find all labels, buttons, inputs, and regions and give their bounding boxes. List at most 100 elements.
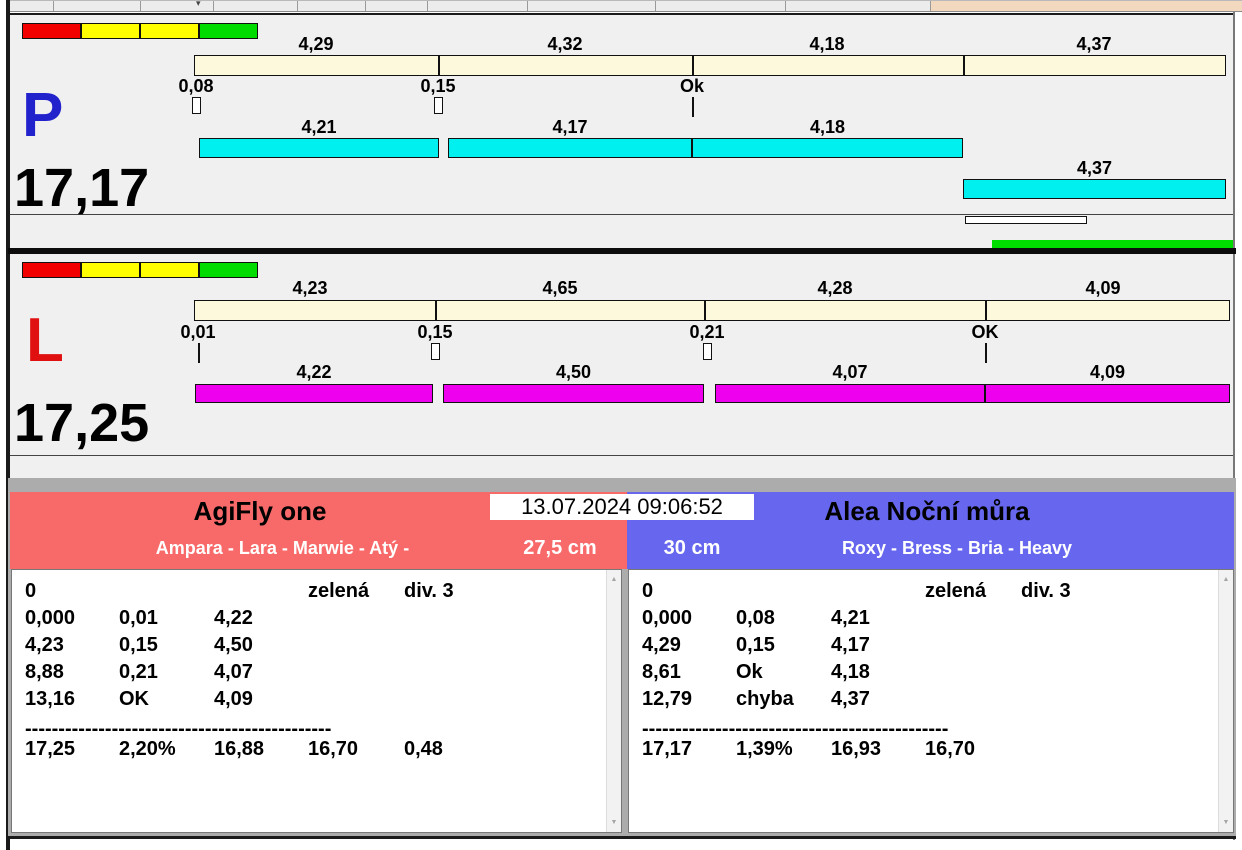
result-cell: Ok (736, 661, 763, 683)
category-badge-right: 30 cm (663, 537, 721, 559)
sector-time-label: 4,37 (1076, 34, 1112, 54)
split-bar-segment (448, 138, 692, 158)
result-cell: 0,15 (119, 634, 158, 656)
result-cell: 0,15 (736, 634, 775, 656)
split-bar-segment (985, 384, 1230, 403)
sector-bar-divider (704, 301, 706, 320)
top-strip-divider (527, 1, 528, 11)
sector-bar (194, 300, 1230, 321)
result-cell: 0,01 (119, 607, 158, 629)
result-cell: 0 (642, 580, 654, 602)
traffic-light-cell (22, 262, 81, 278)
total-cell: 1,39% (736, 738, 793, 760)
result-cell: 12,79 (642, 688, 693, 710)
lane-letter-p: P (22, 81, 64, 150)
results-table-right: 0 zelená div. 3 0,000 0,08 4,21 4,29 0,15 4,17 8,… (629, 570, 1217, 832)
gate-tick-line (985, 343, 987, 363)
result-cell: div. 3 (404, 580, 454, 602)
gate-tick-box (703, 343, 712, 360)
result-cell: 0,08 (736, 607, 775, 629)
gate-tick-line (692, 97, 694, 117)
gate-tick-line (198, 343, 200, 363)
total-cell: 0,48 (404, 738, 443, 760)
lane-total-time-l: 17,25 (14, 393, 150, 453)
lane-extra-outline (965, 216, 1087, 224)
lane-chart-l: 4,23 4,65 4,28 4,09 0,01 0,15 0,21 OK 4,22 4,50 4,… (10, 254, 1233, 478)
traffic-light-cell (81, 262, 140, 278)
results-table-left: 0 zelená div. 3 0,000 0,01 4,22 4,23 0,15 4,50 8,… (12, 570, 605, 832)
traffic-light-cell (140, 262, 199, 278)
split-time-label: 4,18 (809, 117, 846, 137)
gate-tick-label: OK (971, 322, 999, 342)
gate-tick-box (431, 343, 440, 360)
result-cell: 0 (25, 580, 37, 602)
team-members-right: Roxy - Bress - Bria - Heavy (841, 538, 1073, 558)
top-strip-divider (140, 1, 141, 11)
gate-tick-label: Ok (679, 76, 704, 96)
scoreboard-region: AgiFly one Ampara - Lara - Marwie - Atý … (8, 478, 1236, 839)
result-cell: 0,000 (25, 607, 76, 629)
result-cell: 4,18 (831, 661, 870, 683)
result-cell: 4,50 (214, 634, 253, 656)
datetime-display: 13.07.2024 09:06:52 (490, 494, 754, 520)
category-badge-left: 27,5 cm (523, 537, 597, 559)
top-strip-divider (213, 1, 214, 11)
result-cell: 8,88 (25, 661, 64, 683)
scroll-down-arrow[interactable]: ▼ (607, 819, 621, 826)
result-cell: zelená (308, 580, 370, 602)
scrollbar-left[interactable]: ▲ ▼ (606, 570, 621, 832)
gate-tick-label: 0,15 (417, 322, 453, 342)
split-time-label: 4,17 (552, 117, 588, 137)
split-bar-segment (963, 179, 1226, 199)
top-strip-divider (427, 1, 428, 11)
total-cell: 2,20% (119, 738, 176, 760)
result-cell: 0,000 (642, 607, 693, 629)
lane-total-time-p: 17,17 (14, 158, 150, 218)
top-strip-divider (297, 1, 298, 11)
gate-tick-box (192, 97, 201, 114)
result-cell: div. 3 (1021, 580, 1071, 602)
total-cell: 16,70 (308, 738, 359, 760)
total-cell: 16,93 (831, 738, 882, 760)
sector-bar-divider (438, 56, 440, 75)
top-strip-tan-section (930, 1, 1242, 11)
sector-time-label: 4,32 (547, 34, 583, 54)
split-bar-segment (692, 138, 963, 158)
sector-bar-divider (963, 56, 965, 75)
results-textarea-left[interactable]: 0 zelená div. 3 0,000 0,01 4,22 4,23 0,15 4,50 8,… (11, 569, 622, 833)
result-cell: 4,22 (214, 607, 253, 629)
traffic-light-cell (199, 262, 258, 278)
result-cell: 13,16 (25, 688, 76, 710)
results-textarea-right[interactable]: 0 zelená div. 3 0,000 0,08 4,21 4,29 0,15 4,17 8,… (628, 569, 1234, 833)
split-time-label: 4,21 (301, 117, 337, 137)
split-bar-segment (195, 384, 433, 403)
lane-panel-right-dog: 4,29 4,32 4,18 4,37 0,08 0,15 Ok 4,21 4,17 4,18 4,… (10, 13, 1233, 250)
dropdown-arrow-icon: ▾ (196, 0, 201, 8)
top-strip-divider (655, 1, 656, 11)
scroll-down-arrow[interactable]: ▼ (1219, 819, 1233, 826)
scrollbar-right[interactable]: ▲ ▼ (1218, 570, 1233, 832)
timing-app-window: ▾ 4,29 4,32 4,18 4,37 0,08 0,15 Ok 4,21 4,17 4,18… (0, 0, 1242, 850)
sector-bar-divider (435, 301, 437, 320)
top-strip-divider (785, 1, 786, 11)
gate-tick-box (434, 97, 443, 114)
split-bar-segment (199, 138, 439, 158)
split-time-label: 4,07 (832, 362, 868, 382)
sector-time-label: 4,09 (1085, 278, 1121, 298)
top-strip-divider (365, 1, 366, 11)
total-cell: 17,25 (25, 738, 76, 760)
result-cell: 4,09 (214, 688, 253, 710)
lane-panel-left-dog: 4,23 4,65 4,28 4,09 0,01 0,15 0,21 OK 4,22 4,50 4,… (10, 254, 1233, 478)
result-cell: 8,61 (642, 661, 681, 683)
scroll-up-arrow[interactable]: ▲ (1219, 576, 1233, 583)
result-cell: OK (119, 688, 149, 710)
team-title-left: AgiFly one (193, 496, 327, 526)
gate-tick-label: 0,01 (180, 322, 216, 342)
lane-baseline (10, 214, 1233, 215)
split-time-label: 4,09 (1089, 362, 1126, 382)
lane-baseline (10, 455, 1233, 456)
traffic-light-cell (81, 23, 140, 39)
scroll-up-arrow[interactable]: ▲ (607, 576, 621, 583)
result-cell: chyba (736, 688, 794, 710)
sector-time-label: 4,29 (298, 34, 334, 54)
